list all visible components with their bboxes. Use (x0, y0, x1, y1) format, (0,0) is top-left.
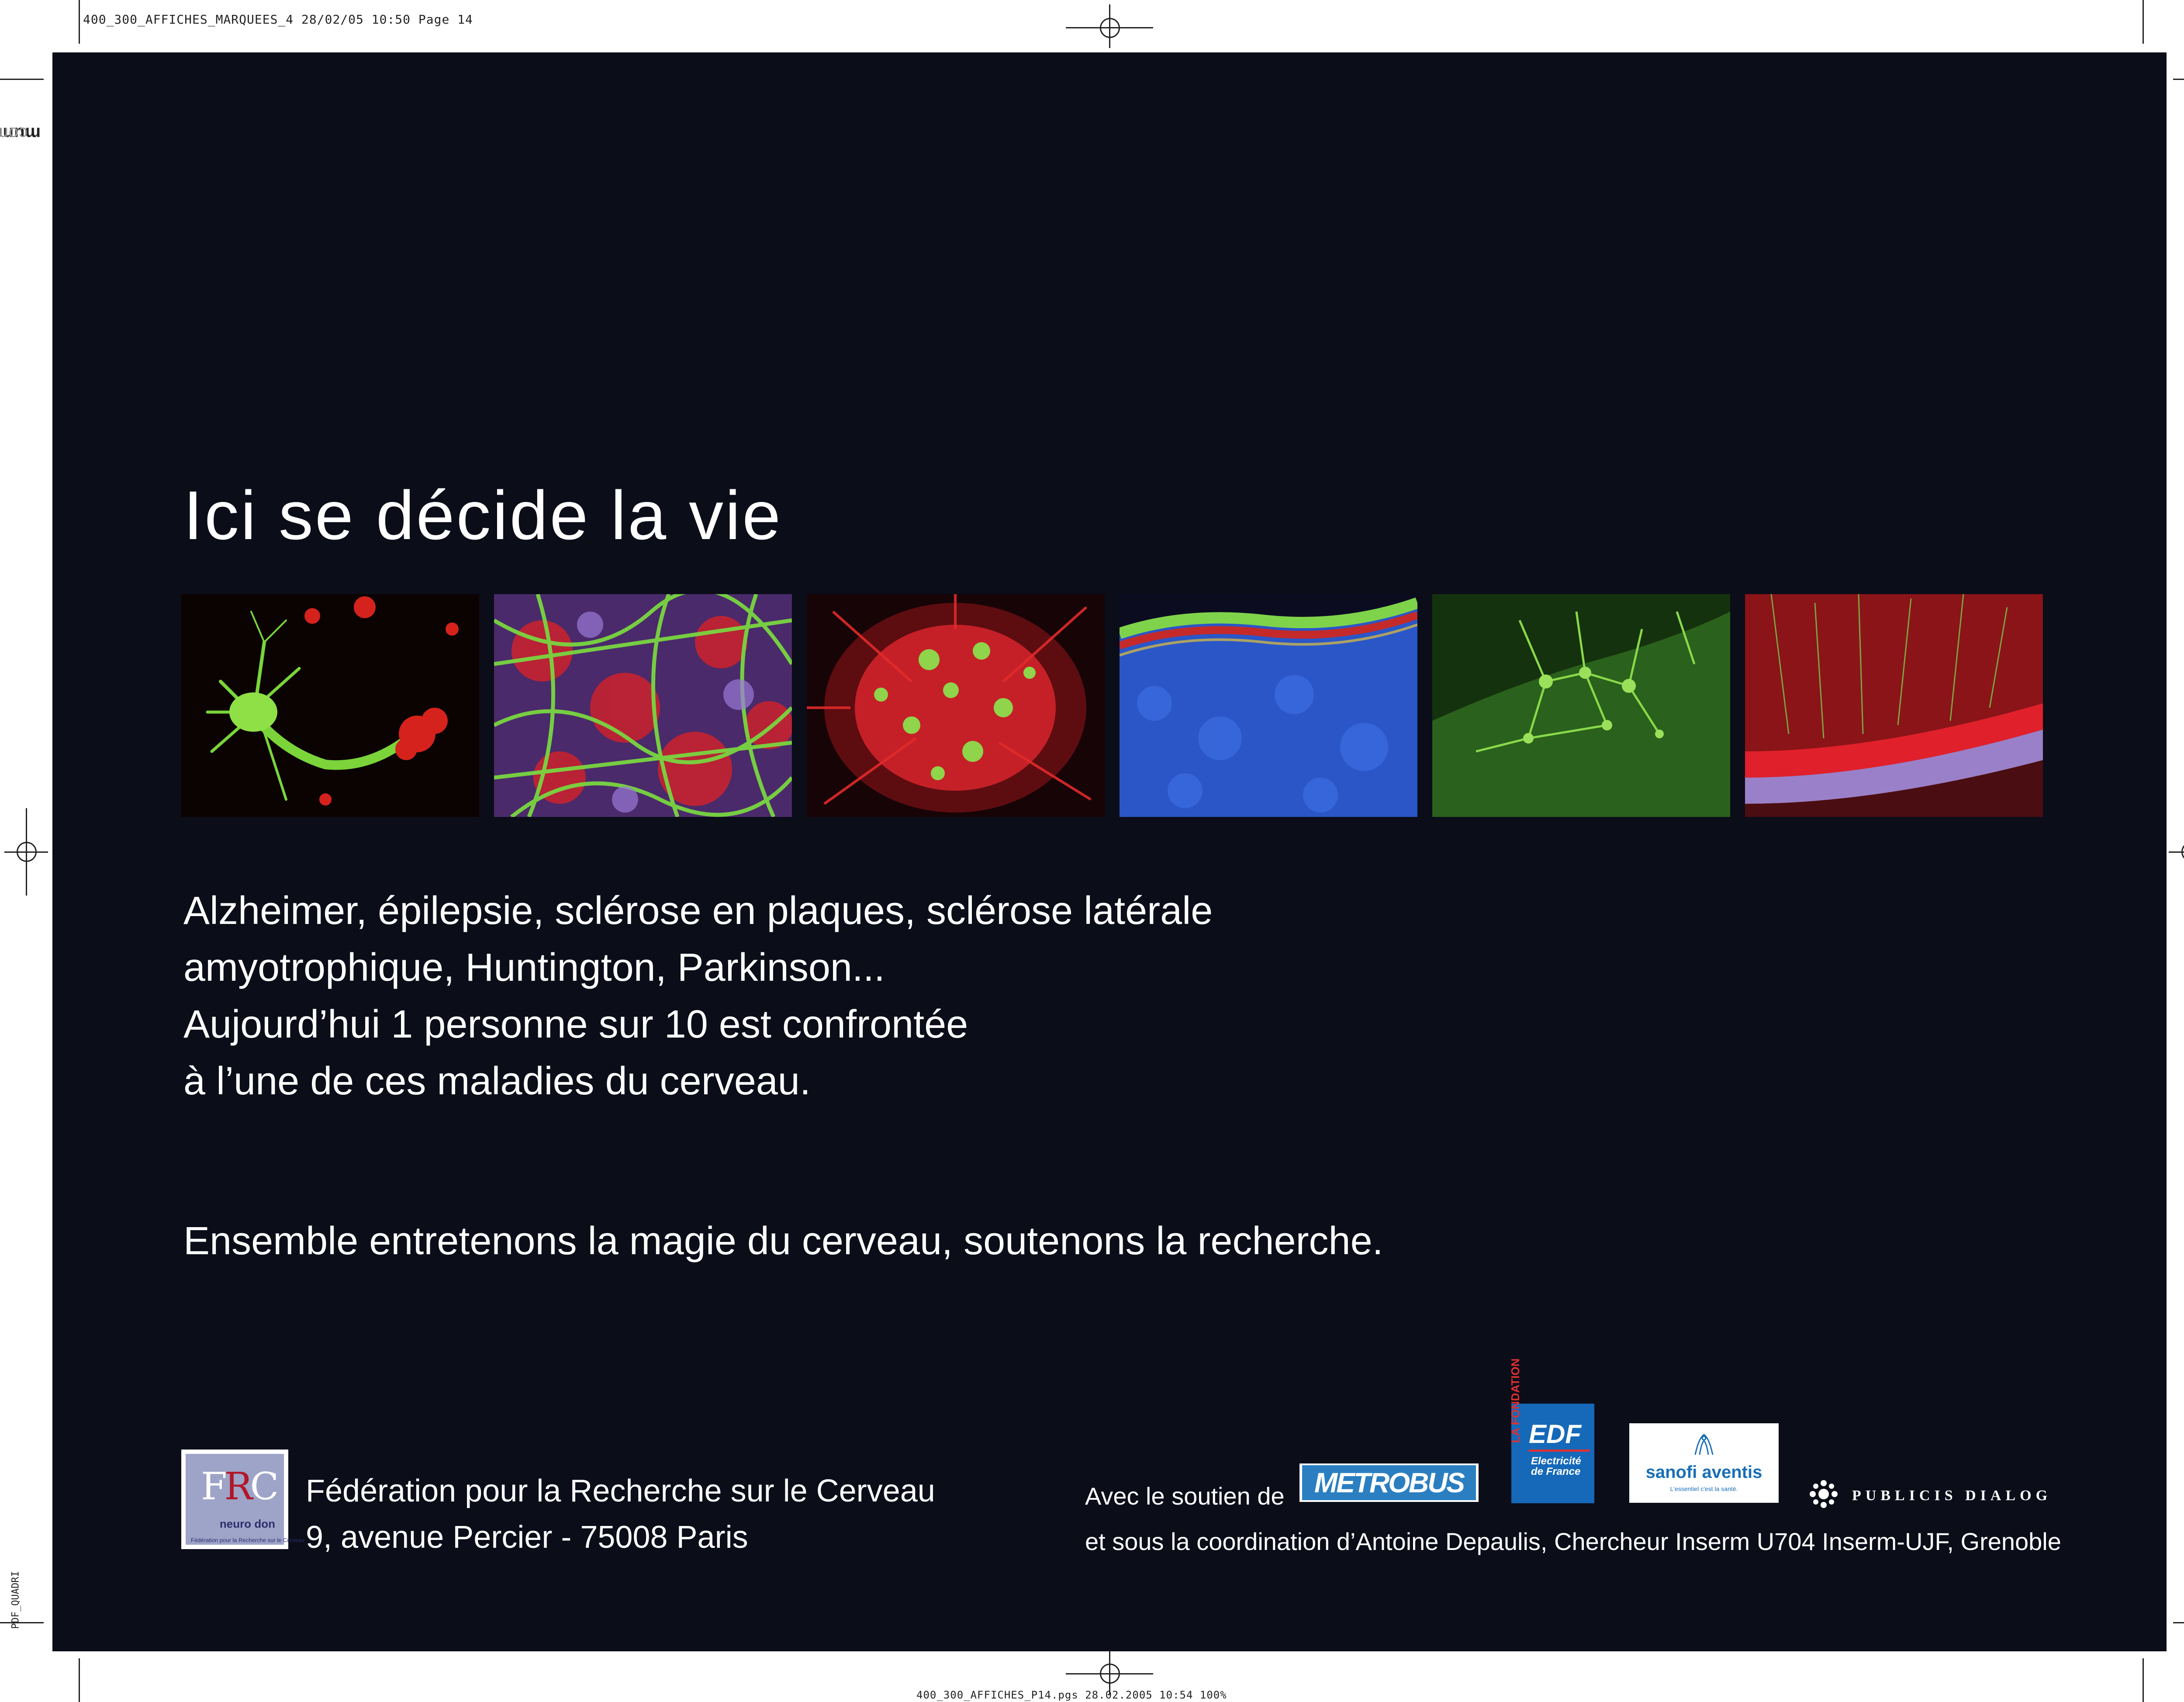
crop-mark (2173, 1622, 2184, 1623)
metrobus-logo: METROBUS (1299, 1463, 1479, 1502)
coordination-line: et sous la coordination d’Antoine Depaul… (1085, 1528, 2061, 1555)
registration-mark (1100, 18, 1120, 38)
crop-mark (79, 1658, 80, 1702)
body-line: amyotrophique, Huntington, Parkinson... (183, 946, 885, 989)
poster-body-text: Alzheimer, épilepsie, sclérose en plaque… (183, 882, 1538, 1110)
registration-mark (2181, 842, 2184, 862)
print-slug-top: 400_300_AFFICHES_MARQUEES_4 28/02/05 10:… (83, 12, 473, 27)
poster-background (52, 52, 2167, 1651)
microscopy-image-4 (1120, 594, 1417, 817)
edf-foundation-logo: LA FONDATION EDF Electricité de France (1509, 1358, 1594, 1503)
organization-address: 9, avenue Percier - 75008 Paris (306, 1520, 748, 1555)
body-line: Alzheimer, épilepsie, sclérose en plaque… (183, 889, 1213, 933)
support-label: Avec le soutien de (1085, 1482, 1285, 1510)
frc-logo: FRC neuro don Fédération pour la Recherc… (181, 1449, 304, 1549)
microscopy-image-6 (1745, 594, 2043, 817)
print-slug-bottom: 400_300_AFFICHES_P14.pgs 28.02.2005 10:5… (916, 1689, 1227, 1701)
registration-mark (1100, 1664, 1120, 1684)
body-line: à l’une de ces maladies du cerveau. (183, 1059, 811, 1103)
microscopy-image-5 (1432, 594, 1730, 817)
publicis-lion-icon (1810, 1480, 1838, 1508)
crop-mark (2143, 1658, 2144, 1702)
crop-mark (0, 1622, 44, 1623)
print-code: PDF_QUADRI (10, 1571, 21, 1629)
body-line: Aujourd’hui 1 personne sur 10 est confro… (183, 1003, 968, 1046)
registration-mark (17, 842, 37, 862)
microscopy-image-2 (494, 594, 792, 817)
microscopy-image-strip (181, 594, 2043, 817)
microscopy-image-3 (807, 594, 1105, 817)
mundocom-logo: mundocom (0, 124, 41, 143)
microscopy-image-1 (181, 594, 479, 817)
poster-headline: Ici se décide la vie (183, 477, 783, 554)
crop-mark (2143, 0, 2144, 44)
crop-mark (79, 0, 80, 44)
crop-mark (2173, 79, 2184, 80)
sanofi-aventis-logo: sanofi aventis L'essentiel c'est la sant… (1629, 1423, 1779, 1503)
organization-name: Fédération pour la Recherche sur le Cerv… (306, 1474, 935, 1508)
sanofi-aventis-icon (1694, 1434, 1714, 1455)
organization-block: Fédération pour la Recherche sur le Cerv… (306, 1468, 935, 1560)
poster-tagline: Ensemble entretenons la magie du cerveau… (183, 1219, 1383, 1263)
